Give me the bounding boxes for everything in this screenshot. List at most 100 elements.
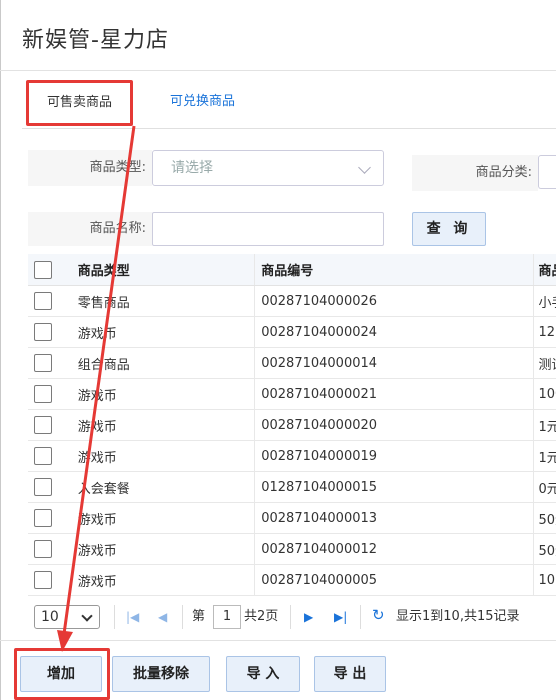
checkbox-cell (28, 440, 78, 472)
column-header-code[interactable]: 商品编号 (254, 254, 534, 286)
title-divider (0, 70, 556, 71)
record-summary: 显示1到10,共15记录 (396, 609, 520, 624)
goods-category-label: 商品分类: (412, 155, 538, 191)
cell-goods-code: 00287104000013 (254, 502, 534, 534)
checkbox-cell (28, 316, 78, 348)
page-number-input[interactable]: 1 (213, 605, 241, 629)
chevron-down-icon (81, 610, 93, 622)
first-page-icon[interactable]: |◀ (126, 609, 139, 625)
cell-goods-type: 游戏币 (77, 409, 255, 441)
checkbox-cell (28, 502, 78, 534)
page-total: 共2页 (244, 609, 279, 624)
goods-category-select[interactable] (538, 155, 556, 189)
row-checkbox[interactable] (34, 292, 52, 310)
cell-goods-name: 1元 (533, 409, 556, 441)
table-row[interactable]: 游戏币00287104000024121 (28, 316, 556, 348)
page-size-value: 10 (41, 609, 59, 625)
cell-goods-type: 游戏币 (77, 564, 255, 596)
import-button[interactable]: 导 入 (226, 656, 300, 692)
window-title: 新娱管-星力店 (22, 28, 169, 53)
table-row[interactable]: 游戏币002871040000191元 (28, 440, 556, 472)
cell-goods-name: 10 (533, 564, 556, 596)
export-button[interactable]: 导 出 (314, 656, 386, 692)
cell-goods-type: 游戏币 (77, 440, 255, 472)
cell-goods-code: 00287104000024 (254, 316, 534, 348)
row-checkbox[interactable] (34, 571, 52, 589)
checkbox-cell (28, 378, 78, 410)
row-checkbox[interactable] (34, 354, 52, 372)
table-header-row: 商品类型 商品编号 商品 (28, 254, 556, 286)
cell-goods-name: 1元 (533, 440, 556, 472)
select-all-checkbox[interactable] (34, 260, 52, 279)
cell-goods-type: 组合商品 (77, 347, 255, 379)
row-checkbox[interactable] (34, 478, 52, 496)
cell-goods-name: 小手 (533, 285, 556, 317)
cell-goods-code: 00287104000005 (254, 564, 534, 596)
cell-goods-name: 50元 (533, 502, 556, 534)
row-checkbox[interactable] (34, 323, 52, 341)
tab-bar: 可售卖商品 可兑换商品 (22, 80, 556, 129)
column-header-name[interactable]: 商品 (533, 254, 556, 286)
batch-remove-button[interactable]: 批量移除 (112, 656, 210, 692)
tab-sellable-goods[interactable]: 可售卖商品 (26, 80, 134, 126)
cell-goods-name: 121 (533, 316, 556, 348)
cell-goods-name: 100 (533, 378, 556, 410)
checkbox-cell (28, 471, 78, 503)
checkbox-cell (28, 533, 78, 565)
cell-goods-type: 游戏币 (77, 316, 255, 348)
refresh-icon[interactable]: ↻ (372, 607, 385, 623)
checkbox-cell (28, 347, 78, 379)
table-row[interactable]: 游戏币 00287104000005 10 (28, 564, 556, 596)
next-page-icon[interactable]: ▶ (304, 609, 313, 625)
table-row[interactable]: 组合商品00287104000014测试 (28, 347, 556, 379)
last-page-icon[interactable]: ▶| (334, 609, 347, 625)
page-prefix: 第 (192, 609, 206, 624)
row-checkbox[interactable] (34, 385, 52, 403)
cell-goods-code: 00287104000021 (254, 378, 534, 410)
search-button[interactable]: 查 询 (412, 212, 486, 246)
cell-goods-code: 00287104000020 (254, 409, 534, 441)
cell-goods-name: 0元 (533, 471, 556, 503)
goods-type-placeholder: 请选择 (171, 160, 213, 176)
goods-table: 商品类型 商品编号 商品 零售商品00287104000026小手游戏币0028… (28, 254, 556, 596)
cell-goods-code: 00287104000026 (254, 285, 534, 317)
pager-divider (182, 605, 183, 629)
table-row[interactable]: 游戏币002871040000201元 (28, 409, 556, 441)
table-row[interactable]: 游戏币0028710400001250元 (28, 533, 556, 565)
checkbox-cell (28, 285, 78, 317)
add-button-highlight (14, 648, 110, 700)
row-checkbox[interactable] (34, 416, 52, 434)
cell-goods-name: 50元 (533, 533, 556, 565)
cell-goods-type: 入会套餐 (77, 471, 255, 503)
cell-goods-code: 00287104000014 (254, 347, 534, 379)
table-row[interactable]: 入会套餐012871040000150元 (28, 471, 556, 503)
page-size-select[interactable]: 10 (34, 605, 100, 629)
cell-goods-type: 游戏币 (77, 378, 255, 410)
table-row[interactable]: 零售商品00287104000026小手 (28, 285, 556, 317)
goods-type-select[interactable]: 请选择 (152, 150, 384, 186)
cell-goods-code: 00287104000019 (254, 440, 534, 472)
tab-exchangeable-goods[interactable]: 可兑换商品 (152, 80, 253, 124)
checkbox-cell (28, 564, 78, 596)
cell-goods-code: 00287104000012 (254, 533, 534, 565)
goods-name-input[interactable] (152, 212, 384, 246)
cell-goods-type: 零售商品 (77, 285, 255, 317)
row-checkbox[interactable] (34, 447, 52, 465)
cell-goods-type: 游戏币 (77, 533, 255, 565)
table-row[interactable]: 游戏币0028710400001350元 (28, 502, 556, 534)
cell-goods-code: 01287104000015 (254, 471, 534, 503)
cell-goods-type: 游戏币 (77, 502, 255, 534)
pager-divider (360, 605, 361, 629)
row-checkbox[interactable] (34, 509, 52, 527)
column-header-type[interactable]: 商品类型 (77, 254, 255, 286)
chevron-down-icon (358, 161, 371, 174)
pager-divider (114, 605, 115, 629)
checkbox-cell (28, 409, 78, 441)
goods-type-label: 商品类型: (28, 150, 152, 186)
prev-page-icon[interactable]: ◀ (158, 609, 167, 625)
footer-divider (0, 640, 556, 641)
row-checkbox[interactable] (34, 540, 52, 558)
table-row[interactable]: 游戏币00287104000021100 (28, 378, 556, 410)
pager-divider (290, 605, 291, 629)
pagination-bar: 10 |◀ ◀ 第 1 共2页 ▶ ▶| ↻ 显示1到10,共15记录 (28, 602, 556, 632)
